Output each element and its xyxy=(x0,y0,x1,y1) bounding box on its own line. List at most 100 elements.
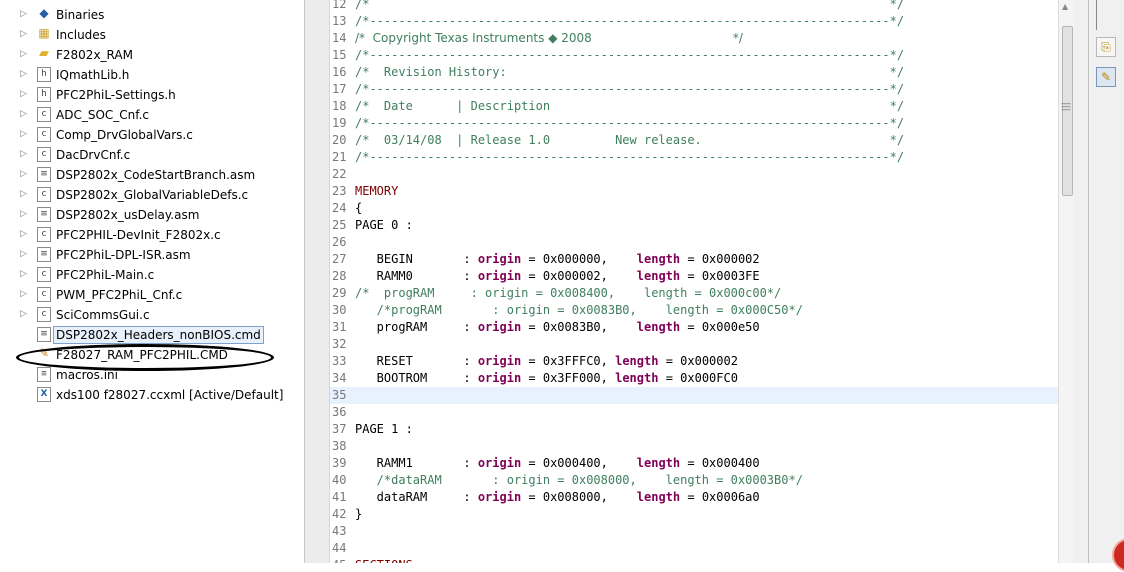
expand-arrow-icon[interactable]: ▷ xyxy=(20,289,30,299)
expand-arrow-icon[interactable]: ▷ xyxy=(20,129,30,139)
expand-arrow-icon[interactable]: ▷ xyxy=(20,269,30,279)
grip-icon: ― ― ― xyxy=(1061,99,1071,115)
tree-item[interactable]: Xxds100 f28027.ccxml [Active/Default] xyxy=(0,385,300,405)
tree-item[interactable]: ▷ h PFC2PhiL-Settings.h xyxy=(0,85,300,105)
code-editor[interactable]: 12 /* */ 13 /*-----------------------------… xyxy=(330,0,1058,563)
tree-item[interactable]: ▷ h IQmathLib.h xyxy=(0,65,300,85)
code-line[interactable]: 44 xyxy=(330,540,1058,557)
line-number: 35 xyxy=(332,388,347,402)
code-line[interactable]: 30 /*progRAM : origin = 0x0083B0, length… xyxy=(330,302,1058,319)
editor-vertical-scrollbar[interactable]: ▲ ― ― ― xyxy=(1058,0,1074,563)
code-line[interactable]: 29 /* progRAM : origin = 0x008400, length… xyxy=(330,285,1058,302)
line-number: 22 xyxy=(332,167,347,181)
tree-item[interactable]: ▷ c DSP2802x_GlobalVariableDefs.c xyxy=(0,185,300,205)
code-line[interactable]: 12 /* */ xyxy=(330,0,1058,13)
expand-arrow-icon[interactable]: ▷ xyxy=(20,149,30,159)
expand-arrow-icon[interactable]: ▷ xyxy=(20,9,30,19)
outline-view-icon[interactable]: ⎘ xyxy=(1096,37,1116,57)
code-line[interactable]: 34 BOOTROM : origin = 0x3FF000, length =… xyxy=(330,370,1058,387)
line-number: 26 xyxy=(332,235,347,249)
code-line[interactable]: 35 xyxy=(330,387,1058,404)
code-text: /*--------------------------------------… xyxy=(355,116,905,130)
code-line[interactable]: 41 dataRAM : origin = 0x008000, length =… xyxy=(330,489,1058,506)
tree-item[interactable]: ▷ ◆ Binaries xyxy=(0,5,300,25)
code-line[interactable]: 43 xyxy=(330,523,1058,540)
tree-item[interactable]: ▷ ▰ F2802x_RAM xyxy=(0,45,300,65)
expand-arrow-icon[interactable]: ▷ xyxy=(20,209,30,219)
tree-item[interactable]: ▷ ≡ PFC2PhiL-DPL-ISR.asm xyxy=(0,245,300,265)
code-line[interactable]: 31 progRAM : origin = 0x0083B0, length =… xyxy=(330,319,1058,336)
code-text: /* Copyright Texas Instruments ◆ 2008 */ xyxy=(355,31,743,45)
project-explorer: ▷ ◆ Binaries ▷ ▦ Includes ▷ ▰ F2802x_RAM ▷ h IQmath… xyxy=(0,0,304,563)
code-line[interactable]: 19 /*------------------------------------… xyxy=(330,115,1058,132)
line-number: 42 xyxy=(332,507,347,521)
pane-splitter[interactable] xyxy=(304,0,330,563)
expand-arrow-icon[interactable]: ▷ xyxy=(20,69,30,79)
line-number: 38 xyxy=(332,439,347,453)
expand-arrow-icon[interactable]: ▷ xyxy=(20,89,30,99)
code-line[interactable]: 16 /* Revision History: */ xyxy=(330,64,1058,81)
code-line[interactable]: 23 MEMORY xyxy=(330,183,1058,200)
code-line[interactable]: 42} xyxy=(330,506,1058,523)
code-text: PAGE 1 : xyxy=(355,422,413,436)
code-line[interactable]: 17 /*------------------------------------… xyxy=(330,81,1058,98)
expand-arrow-icon[interactable]: ▷ xyxy=(20,249,30,259)
tree-item[interactable]: ▷ c PFC2PHIL-DevInit_F2802x.c xyxy=(0,225,300,245)
expand-arrow-icon[interactable]: ▷ xyxy=(20,189,30,199)
tree-item[interactable]: ▷ ▦ Includes xyxy=(0,25,300,45)
code-line[interactable]: 36 xyxy=(330,404,1058,421)
code-line[interactable]: 15 /*------------------------------------… xyxy=(330,47,1058,64)
line-number: 25 xyxy=(332,218,347,232)
expand-arrow-icon[interactable]: ▷ xyxy=(20,29,30,39)
expand-arrow-icon[interactable]: ▷ xyxy=(20,109,30,119)
scroll-up-icon[interactable]: ▲ xyxy=(1062,2,1068,11)
code-line[interactable]: 39 RAMM1 : origin = 0x000400, length = 0… xyxy=(330,455,1058,472)
tree-item[interactable]: ▷ c PWM_PFC2PhiL_Cnf.c xyxy=(0,285,300,305)
code-line[interactable]: 20 /* 03/14/08 | Release 1.0 New release.… xyxy=(330,132,1058,149)
tree-item-label: Binaries xyxy=(56,8,105,22)
code-line[interactable]: 26 xyxy=(330,234,1058,251)
tree-item-label: PFC2PHIL-DevInit_F2802x.c xyxy=(56,228,221,242)
code-line[interactable]: 24 { xyxy=(330,200,1058,217)
header-file-icon: h xyxy=(37,67,51,82)
code-line[interactable]: 22 xyxy=(330,166,1058,183)
code-line[interactable]: 21 /*------------------------------------… xyxy=(330,149,1058,166)
line-number: 16 xyxy=(332,65,347,79)
tree-item[interactable]: ▷ ≡ DSP2802x_usDelay.asm xyxy=(0,205,300,225)
code-line[interactable]: 32 xyxy=(330,336,1058,353)
line-number: 27 xyxy=(332,252,347,266)
tree-item[interactable]: ▷ c ADC_SOC_Cnf.c xyxy=(0,105,300,125)
code-line[interactable]: 45 SECTIONS xyxy=(330,557,1058,563)
code-text: /*--------------------------------------… xyxy=(355,48,905,62)
code-line[interactable]: 38 xyxy=(330,438,1058,455)
code-text: RAMM1 : origin = 0x000400, length = 0x00… xyxy=(355,456,760,470)
code-line[interactable]: 13 /*------------------------------------… xyxy=(330,13,1058,30)
expand-arrow-icon[interactable]: ▷ xyxy=(20,229,30,239)
code-line[interactable]: 18 /* Date | Description */ xyxy=(330,98,1058,115)
tree-item-label: xds100 f28027.ccxml [Active/Default] xyxy=(56,388,284,402)
code-text: PAGE 0 : xyxy=(355,218,413,232)
code-line[interactable]: 28 RAMM0 : origin = 0x000002, length = 0… xyxy=(330,268,1058,285)
tool-wrench-icon[interactable]: ✎ xyxy=(1096,67,1116,87)
code-line[interactable]: 14 /* Copyright Texas Instruments ◆ 2008 … xyxy=(330,30,1058,47)
line-number: 20 xyxy=(332,133,347,147)
tree-item[interactable]: ▷ c SciCommsGui.c xyxy=(0,305,300,325)
tree-item-label: PFC2PhiL-DPL-ISR.asm xyxy=(56,248,191,262)
code-text: /* */ xyxy=(355,0,905,11)
code-text: BOOTROM : origin = 0x3FF000, length = 0x… xyxy=(355,371,738,385)
expand-arrow-icon[interactable]: ▷ xyxy=(20,169,30,179)
tree-item[interactable]: ▷ ≡ DSP2802x_CodeStartBranch.asm xyxy=(0,165,300,185)
tree-item[interactable]: ▷ c DacDrvCnf.c xyxy=(0,145,300,165)
tree-item-label: DSP2802x_Headers_nonBIOS.cmd xyxy=(53,326,264,344)
code-line[interactable]: 25 PAGE 0 : xyxy=(330,217,1058,234)
line-number: 36 xyxy=(332,405,347,419)
code-line[interactable]: 33 RESET : origin = 0x3FFFC0, length = 0… xyxy=(330,353,1058,370)
code-line[interactable]: 37 PAGE 1 : xyxy=(330,421,1058,438)
tree-item[interactable]: ≡ DSP2802x_Headers_nonBIOS.cmd xyxy=(0,325,300,345)
tree-item[interactable]: ▷ c PFC2PhiL-Main.c xyxy=(0,265,300,285)
expand-arrow-icon[interactable]: ▷ xyxy=(20,49,30,59)
code-line[interactable]: 40 /*dataRAM : origin = 0x008000, length… xyxy=(330,472,1058,489)
code-line[interactable]: 27 BEGIN : origin = 0x000000, length = 0… xyxy=(330,251,1058,268)
tree-item[interactable]: ▷ c Comp_DrvGlobalVars.c xyxy=(0,125,300,145)
expand-arrow-icon[interactable]: ▷ xyxy=(20,309,30,319)
